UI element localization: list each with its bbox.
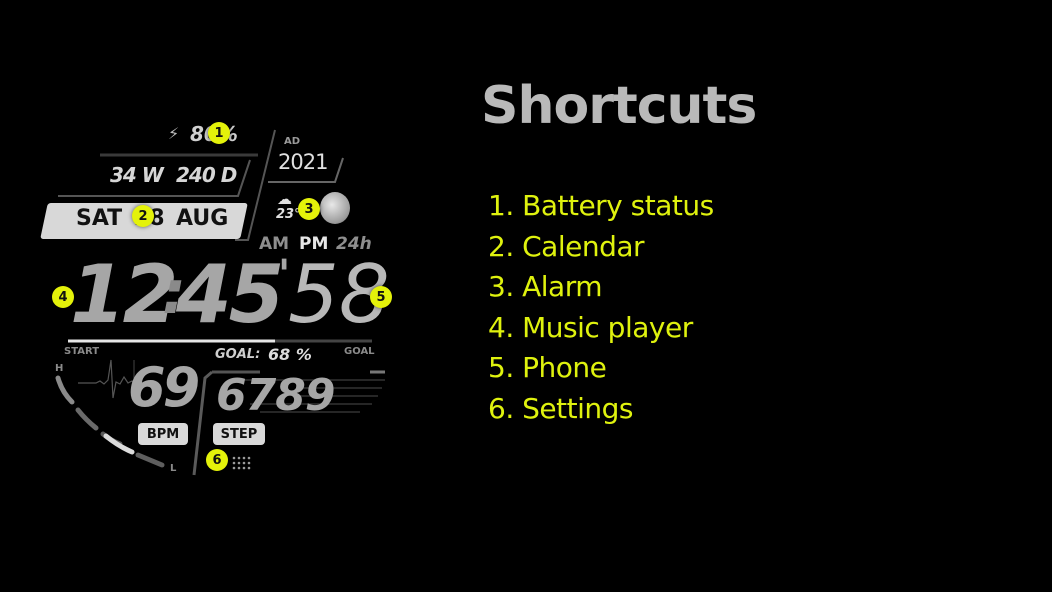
- shortcut-item-phone: 5. Phone: [488, 351, 607, 384]
- shortcut-item-settings: 6. Settings: [488, 391, 633, 425]
- date-weekday: SAT: [76, 206, 123, 231]
- shortcut-badge-phone[interactable]: 5: [370, 286, 392, 308]
- shortcut-badge-battery[interactable]: 1: [208, 122, 230, 144]
- moon-icon: [320, 192, 350, 224]
- shortcut-item-music-player: 4. Music player: [488, 310, 693, 344]
- goal-value: 68 %: [268, 345, 312, 364]
- shortcut-item-alarm: 3. Alarm: [488, 270, 603, 303]
- goal-end-label: GOAL: [344, 346, 375, 357]
- shortcut-badge-settings[interactable]: 6: [206, 449, 228, 471]
- heart-rate-unit-button[interactable]: BPM: [138, 423, 188, 445]
- time-seconds-mark: ': [278, 252, 290, 298]
- shortcut-badge-music-player[interactable]: 4: [52, 286, 74, 308]
- settings-dots-icon[interactable]: [233, 456, 253, 472]
- week-number: 34 W: [110, 163, 164, 187]
- heart-rate-high-label: H: [55, 363, 64, 374]
- shortcut-badge-alarm[interactable]: 3: [298, 198, 320, 220]
- day-of-year: 240 D: [176, 163, 237, 187]
- shortcut-item-calendar: 2. Calendar: [488, 229, 645, 263]
- heart-rate-value: 69: [128, 356, 200, 419]
- bolt-icon: ⚡: [168, 124, 180, 143]
- date-month: AUG: [176, 206, 229, 231]
- goal-label: GOAL:: [215, 347, 261, 362]
- shortcuts-title: Shortcuts: [481, 76, 757, 136]
- shortcuts-list: 1. Battery status 2. Calendar 3. Alarm 4…: [488, 186, 714, 429]
- watch-face: ⚡ 80% 1 34 W 240 D SAT 28 AUG 2 AD 2021 …: [0, 0, 420, 592]
- steps-value: 6789: [216, 370, 335, 421]
- cloud-icon: ☁: [277, 190, 292, 208]
- goal-start-label: START: [64, 346, 100, 357]
- year-value: 2021: [278, 150, 328, 174]
- time-minutes: 45: [176, 248, 284, 341]
- steps-unit-button[interactable]: STEP: [213, 423, 265, 445]
- time-hours: 12: [70, 248, 178, 341]
- heart-rate-low-label: L: [170, 463, 177, 474]
- shortcut-item-battery-status: 1. Battery status: [488, 189, 714, 222]
- shortcut-badge-calendar[interactable]: 2: [132, 205, 154, 227]
- weather-temperature: 23°: [276, 207, 301, 222]
- era-label: AD: [284, 136, 301, 147]
